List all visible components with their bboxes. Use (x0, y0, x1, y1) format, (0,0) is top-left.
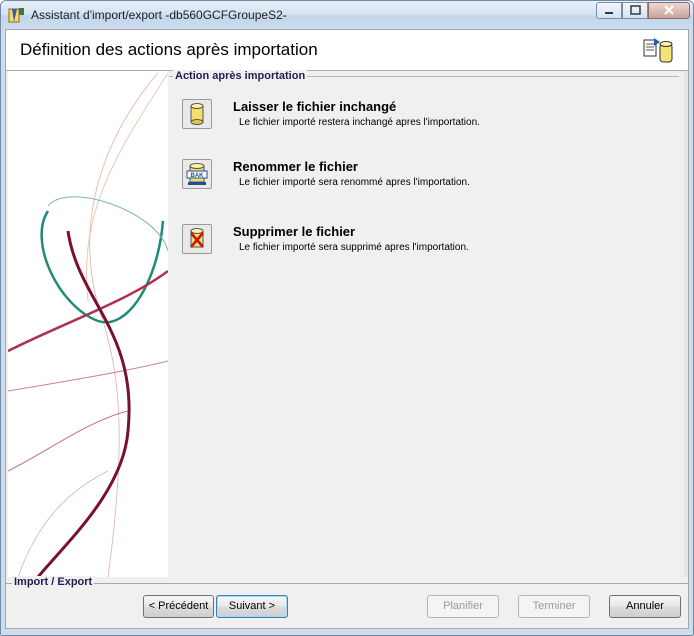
close-button[interactable] (648, 2, 690, 19)
maximize-icon (630, 5, 641, 15)
database-icon[interactable] (182, 99, 212, 129)
option-description: Le fichier importé sera supprimé apres l… (239, 242, 469, 253)
wizard-window: Assistant d'import/export -db560GCFGroup… (0, 0, 694, 636)
option-description: Le fichier importé sera renommé apres l'… (239, 177, 470, 188)
right-edge-strip (684, 71, 688, 577)
wizard-client-area: Définition des actions après importation (5, 29, 689, 629)
minimize-button[interactable] (596, 2, 622, 19)
wizard-app-icon (8, 8, 24, 23)
decorative-curves (7, 72, 169, 578)
title-bar[interactable]: Assistant d'import/export -db560GCFGroup… (1, 1, 693, 29)
wizard-header: Définition des actions après importation (6, 30, 688, 71)
finish-button[interactable]: Terminer (518, 595, 590, 618)
option-title: Renommer le fichier (233, 159, 358, 174)
option-leave-unchanged[interactable]: Laisser le fichier inchangé Le fichier i… (182, 99, 662, 139)
bak-database-icon[interactable]: BAK (182, 159, 212, 189)
import-export-icon (643, 38, 673, 63)
minimize-icon (605, 12, 613, 14)
option-rename-file[interactable]: BAK Renommer le fichier Le fichier impor… (182, 159, 662, 199)
previous-button[interactable]: < Précédent (143, 595, 214, 618)
cancel-button[interactable]: Annuler (609, 595, 681, 618)
group-legend: Action après importation (173, 70, 308, 82)
schedule-button[interactable]: Planifier (427, 595, 499, 618)
next-button[interactable]: Suivant > (216, 595, 288, 618)
option-title: Laisser le fichier inchangé (233, 99, 397, 114)
action-after-import-group: Action après importation Laisser le fich… (169, 70, 679, 577)
maximize-button[interactable] (622, 2, 648, 19)
window-title: Assistant d'import/export -db560GCFGroup… (31, 8, 287, 22)
import-export-footer: Import / Export (6, 576, 688, 588)
decorative-side-art (7, 71, 169, 578)
option-delete-file[interactable]: Supprimer le fichier Le fichier importé … (182, 224, 662, 264)
option-description: Le fichier importé restera inchangé apre… (239, 117, 480, 128)
delete-database-icon[interactable] (182, 224, 212, 254)
footer-legend: Import / Export (12, 576, 95, 588)
option-title: Supprimer le fichier (233, 224, 356, 239)
close-icon (664, 5, 674, 15)
svg-text:BAK: BAK (191, 173, 205, 179)
page-title: Définition des actions après importation (20, 40, 318, 59)
